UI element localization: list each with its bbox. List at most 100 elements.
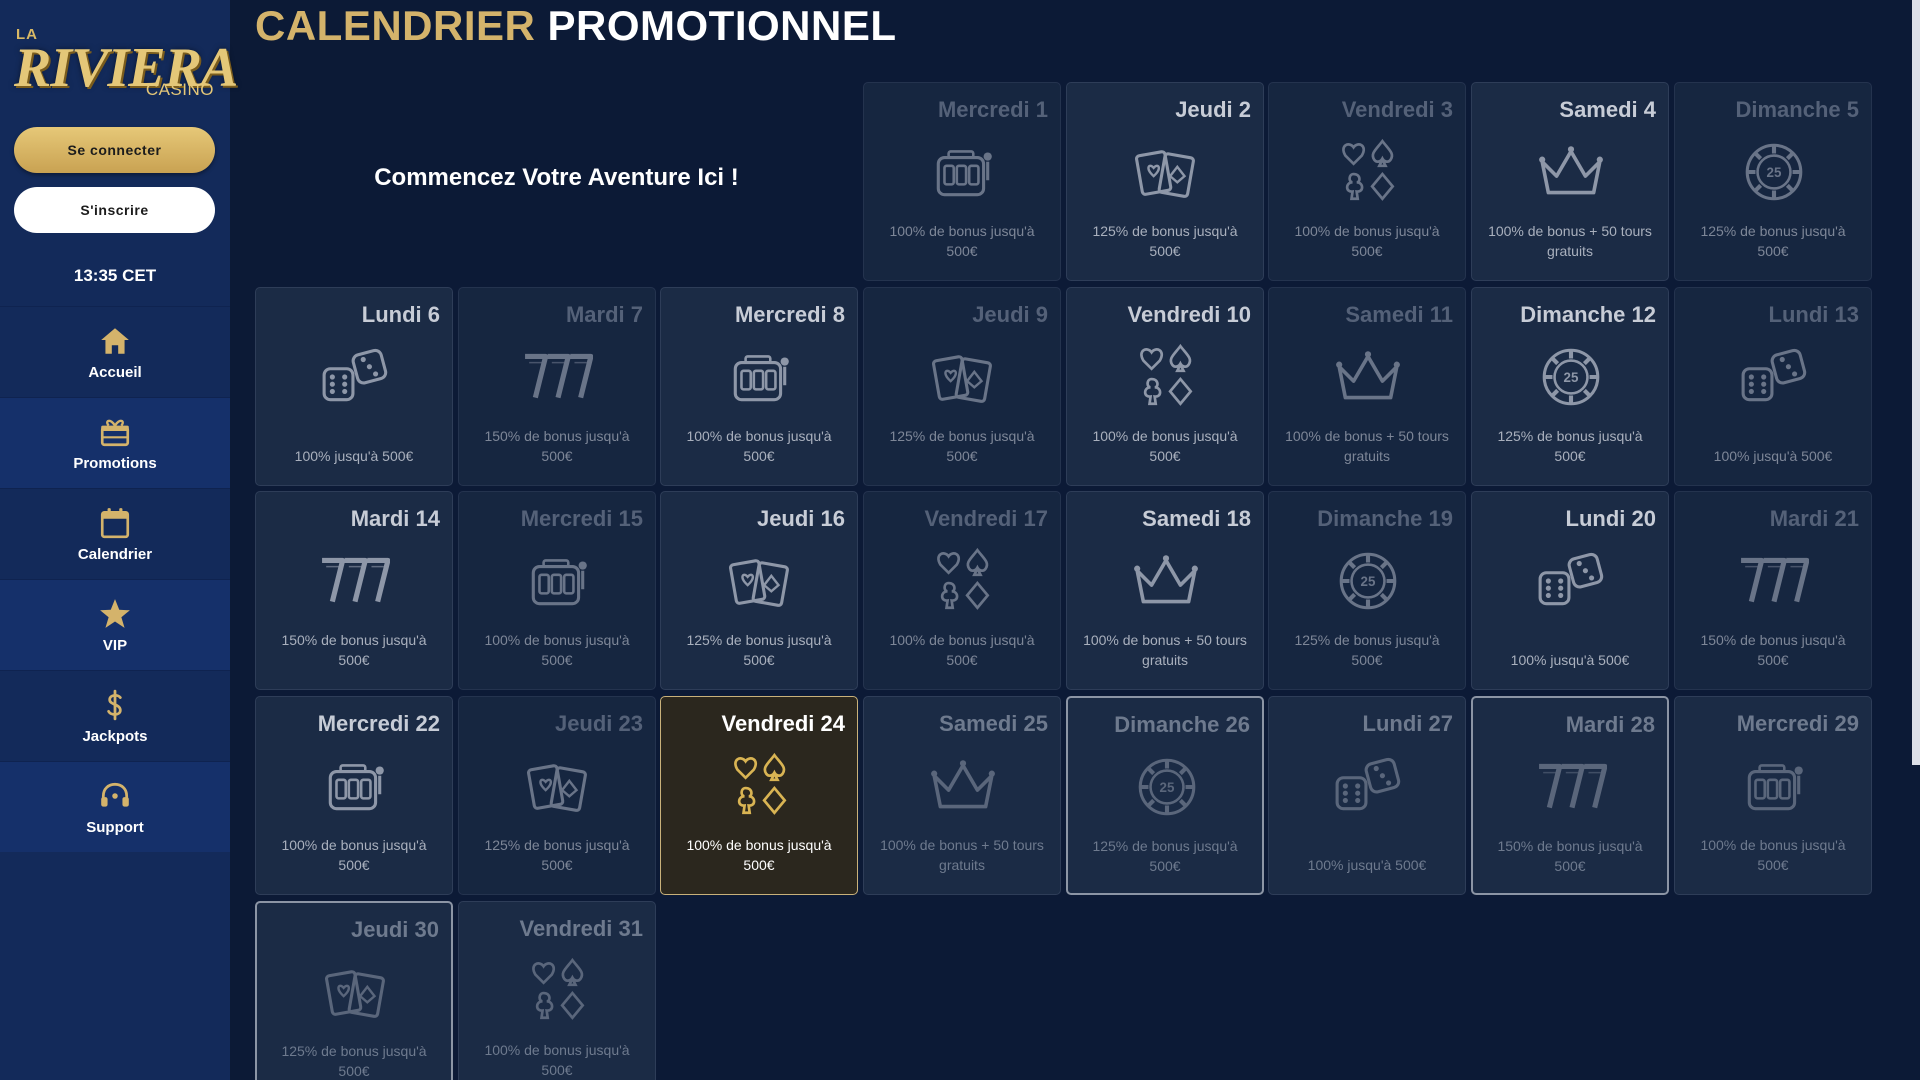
calendar-day[interactable]: Vendredi 24 100% de bonus jusqu'à 500€	[660, 696, 858, 895]
calendar-day-offer: 100% de bonus jusqu'à 500€	[484, 632, 630, 668]
home-icon	[101, 327, 129, 354]
calendar-day-offer: 125% de bonus jusqu'à 500€	[484, 837, 630, 873]
nav-item-jackpots[interactable]: Jackpots	[0, 670, 230, 761]
calendar-day[interactable]: Lundi 27 100% jusqu'à 500€	[1268, 696, 1466, 895]
calendar-day-title: Mardi 14	[350, 506, 440, 531]
calendar-day-offer: 150% de bonus jusqu'à 500€	[281, 632, 427, 668]
dice-icon	[322, 348, 388, 402]
chip-icon: 25	[1745, 143, 1803, 201]
login-button[interactable]: Se connecter	[14, 127, 215, 173]
calendar-day-offer: 125% de bonus jusqu'à 500€	[1092, 838, 1238, 874]
triple-seven-icon	[1539, 763, 1607, 809]
calendar-day-title: Jeudi 9	[972, 302, 1048, 327]
calendar-day[interactable]: Mercredi 29 100% de bonus jusqu'à 500€	[1674, 696, 1872, 895]
calendar-day-offer: 100% de bonus jusqu'à 500€	[889, 223, 1035, 259]
calendar-day[interactable]: Mercredi 8 100% de bonus jusqu'à 500€	[660, 287, 858, 486]
calendar-day-offer: 100% de bonus jusqu'à 500€	[281, 837, 427, 873]
calendar-day[interactable]: Mercredi 22 100% de bonus jusqu'à 500€	[255, 696, 453, 895]
calendar-day-offer: 150% de bonus jusqu'à 500€	[1497, 838, 1643, 874]
calendar-day[interactable]: Samedi 25 100% de bonus + 50 tours gratu…	[863, 696, 1061, 895]
calendar-day-title: Lundi 20	[1565, 506, 1656, 531]
sidebar: LA RIVIERA CASINO Se connecter S'inscrir…	[0, 0, 238, 1080]
calendar-day[interactable]: Jeudi 30 125% de bonus jusqu'à 500€	[255, 901, 453, 1080]
calendar-day-title: Mercredi 1	[937, 97, 1048, 122]
calendar-day-title: Dimanche 5	[1735, 97, 1860, 122]
dollar-icon	[107, 689, 122, 720]
nav-item-accueil[interactable]: Accueil	[0, 306, 230, 397]
register-button[interactable]: S'inscrire	[14, 187, 215, 233]
scrollbar[interactable]	[1912, 0, 1920, 765]
card-suits-icon	[734, 752, 787, 815]
svg-text:25: 25	[1564, 370, 1579, 385]
card-suits-icon	[1342, 138, 1395, 201]
cards-icon	[527, 764, 587, 812]
headset-icon	[101, 782, 129, 807]
calendar-day-title: Dimanche 12	[1520, 302, 1656, 327]
calendar-day-offer: 150% de bonus jusqu'à 500€	[1700, 632, 1846, 668]
calendar-day[interactable]: Lundi 6 100% jusqu'à 500€	[255, 287, 453, 486]
calendar-day[interactable]: Jeudi 2 125% de bonus jusqu'à 500€	[1066, 82, 1264, 281]
calendar-day[interactable]: Vendredi 10 100% de bonus jusqu'à 500€	[1066, 287, 1264, 486]
dice-icon	[1741, 348, 1807, 402]
svg-text:25: 25	[1361, 574, 1376, 589]
calendar-day-title: Mardi 7	[565, 302, 643, 327]
calendar-day-title: Mercredi 15	[520, 506, 643, 531]
cards-icon	[932, 355, 992, 403]
calendar-day[interactable]: Mercredi 1 100% de bonus jusqu'à 500€	[863, 82, 1061, 281]
calendar-day[interactable]: Jeudi 23 125% de bonus jusqu'à 500€	[458, 696, 656, 895]
calendar-day[interactable]: Dimanche 12 25 125% de bonus jusqu'à 500€	[1471, 287, 1669, 486]
calendar-day[interactable]: Lundi 13 100% jusqu'à 500€	[1674, 287, 1872, 486]
calendar-day[interactable]: Samedi 4 100% de bonus + 50 tours gratui…	[1471, 82, 1669, 281]
crown-icon	[1134, 555, 1198, 604]
calendar-day-offer: 125% de bonus jusqu'à 500€	[889, 428, 1035, 464]
casino-logo[interactable]: LA RIVIERA CASINO	[14, 22, 238, 104]
calendar-day-title: Vendredi 24	[721, 711, 845, 736]
nav-item-support[interactable]: Support	[0, 761, 230, 852]
calendar-day-title: Lundi 27	[1362, 711, 1453, 736]
page-title-main: PROMOTIONNEL	[547, 2, 897, 49]
calendar-day[interactable]: Dimanche 5 25 125% de bonus jusqu'à 500€	[1674, 82, 1872, 281]
calendar-day-offer: 100% de bonus jusqu'à 500€	[1092, 428, 1238, 464]
calendar-day[interactable]: Jeudi 9 125% de bonus jusqu'à 500€	[863, 287, 1061, 486]
calendar-day[interactable]: Dimanche 26 25 125% de bonus jusqu'à 500€	[1066, 696, 1264, 895]
cards-icon	[1135, 150, 1195, 198]
nav-item-calendrier[interactable]: Calendrier	[0, 488, 230, 579]
calendar-day-title: Dimanche 26	[1114, 712, 1250, 737]
calendar-day[interactable]: Samedi 18 100% de bonus + 50 tours gratu…	[1066, 491, 1264, 690]
calendar-day[interactable]: Samedi 11 100% de bonus + 50 tours gratu…	[1268, 287, 1466, 486]
calendar-day[interactable]: Vendredi 31 100% de bonus jusqu'à 500€	[458, 901, 656, 1080]
calendar-day-offer: 100% de bonus jusqu'à 500€	[1294, 223, 1440, 259]
calendar-day-offer: 125% de bonus jusqu'à 500€	[686, 632, 832, 668]
main-nav: Accueil Promotions Calendrier VIP Jackpo…	[0, 306, 230, 852]
calendar-day[interactable]: Mardi 21 150% de bonus jusqu'à 500€	[1674, 491, 1872, 690]
calendar-day[interactable]: Mardi 28 150% de bonus jusqu'à 500€	[1471, 696, 1669, 895]
slot-machine-icon	[328, 764, 384, 811]
calendar-day-title: Samedi 11	[1345, 302, 1453, 327]
calendar-day-title: Lundi 13	[1768, 302, 1859, 327]
calendar-day-offer: 100% de bonus jusqu'à 500€	[1700, 837, 1846, 873]
calendar-day[interactable]: Jeudi 16 125% de bonus jusqu'à 500€	[660, 491, 858, 690]
calendar-day[interactable]: Lundi 20 100% jusqu'à 500€	[1471, 491, 1669, 690]
calendar-day-title: Mercredi 8	[734, 302, 845, 327]
calendar-day-title: Jeudi 23	[554, 711, 643, 736]
calendar-day-title: Vendredi 10	[1127, 302, 1251, 327]
calendar-day[interactable]: Vendredi 3 100% de bonus jusqu'à 500€	[1268, 82, 1466, 281]
card-suits-icon	[937, 547, 990, 610]
triple-seven-icon	[525, 353, 593, 399]
nav-label: VIP	[102, 636, 128, 654]
nav-item-vip[interactable]: VIP	[0, 579, 230, 670]
calendar-day-offer: 100% jusqu'à 500€	[1510, 652, 1630, 668]
nav-item-promotions[interactable]: Promotions	[0, 397, 230, 488]
calendar-day[interactable]: Mardi 14 150% de bonus jusqu'à 500€	[255, 491, 453, 690]
nav-label: Calendrier	[77, 545, 153, 563]
calendar-day[interactable]: Dimanche 19 25 125% de bonus jusqu'à 500€	[1268, 491, 1466, 690]
calendar-day[interactable]: Mardi 7 150% de bonus jusqu'à 500€	[458, 287, 656, 486]
card-suits-icon	[1140, 343, 1193, 406]
calendar-day[interactable]: Mercredi 15 100% de bonus jusqu'à 500€	[458, 491, 656, 690]
calendar-day-offer: 125% de bonus jusqu'à 500€	[1700, 223, 1846, 259]
calendar-day-title: Samedi 25	[939, 711, 1048, 736]
calendar-day-offer: 125% de bonus jusqu'à 500€	[281, 1043, 427, 1079]
calendar-day[interactable]: Vendredi 17 100% de bonus jusqu'à 500€	[863, 491, 1061, 690]
calendar-day-offer: 100% de bonus + 50 tours gratuits	[880, 837, 1044, 873]
star-icon	[100, 598, 130, 628]
